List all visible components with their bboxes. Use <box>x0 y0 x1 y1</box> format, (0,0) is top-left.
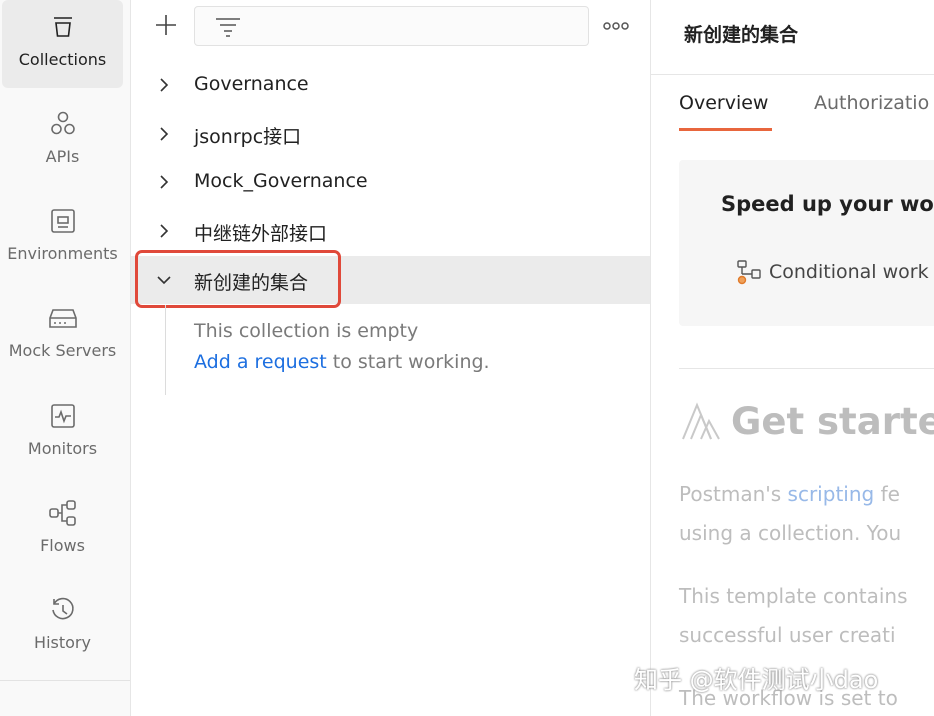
collection-name: 新创建的集合 <box>194 272 309 294</box>
watermark-text: 知乎 @软件测试小dao <box>634 666 879 694</box>
workflow-promo-card: Speed up your wor Conditional work <box>679 160 934 326</box>
collection-name: jsonrpc接口 <box>194 126 302 148</box>
mock-servers-icon <box>48 303 78 333</box>
plus-icon <box>156 15 176 35</box>
empty-hint-suffix: to start working. <box>326 351 490 373</box>
filter-input[interactable] <box>194 6 589 46</box>
promo-title: Speed up your wor <box>721 192 934 216</box>
new-collection-button[interactable] <box>151 10 181 40</box>
flows-icon <box>48 498 78 528</box>
tab-authorization[interactable]: Authorizatio <box>814 92 929 114</box>
chevron-down-icon[interactable] <box>156 272 172 288</box>
collection-row-governance[interactable]: Governance <box>131 61 650 109</box>
get-started-text: Get starte <box>731 400 934 443</box>
sidebar-item-monitors[interactable]: Monitors <box>2 389 123 477</box>
filter-icon <box>216 18 240 37</box>
sidebar-item-mock-servers[interactable]: Mock Servers <box>2 291 123 379</box>
environments-icon <box>48 206 78 236</box>
sidebar-item-label: Mock Servers <box>8 341 117 360</box>
workflow-icon <box>737 260 761 285</box>
sidebar-item-label: Collections <box>18 50 107 69</box>
sidebar-item-label: Monitors <box>27 439 98 458</box>
intro-paragraph-line-1: Postman's scripting fe <box>679 482 900 506</box>
sidebar-item-label: Environments <box>7 244 118 263</box>
section-divider <box>679 368 934 369</box>
template-paragraph-line-1: This template contains <box>679 584 908 608</box>
empty-collection-hint: Add a request to start working. <box>194 351 490 373</box>
history-icon <box>48 595 78 625</box>
collections-panel: Governance jsonrpc接口 Mock_Governance 中继链… <box>131 0 651 716</box>
tree-guide-line <box>165 305 166 395</box>
get-started-heading: Get starte <box>679 400 934 443</box>
monitors-icon <box>48 401 78 431</box>
collection-row-mock-governance[interactable]: Mock_Governance <box>131 158 650 206</box>
collection-name: Mock_Governance <box>194 170 368 192</box>
sidebar-item-flows[interactable]: Flows <box>2 486 123 574</box>
collections-icon <box>48 12 78 42</box>
collection-row-jsonrpc[interactable]: jsonrpc接口 <box>131 110 650 158</box>
more-options-button[interactable] <box>601 16 631 36</box>
sidebar-item-collections[interactable]: Collections <box>2 0 123 88</box>
intro-text-prefix: Postman's <box>679 482 788 506</box>
apis-icon <box>48 109 78 139</box>
tab-overview[interactable]: Overview <box>679 92 768 114</box>
sidebar-item-history[interactable]: History <box>2 583 123 671</box>
chevron-right-icon[interactable] <box>156 174 172 190</box>
page-title: 新创建的集合 <box>684 24 799 46</box>
chevron-right-icon[interactable] <box>156 77 172 93</box>
intro-text-suffix: fe <box>874 482 900 506</box>
promo-line-text: Conditional work <box>769 261 929 283</box>
sidebar-item-apis[interactable]: APIs <box>2 97 123 185</box>
more-horizontal-icon <box>603 22 629 30</box>
empty-collection-message: This collection is empty <box>194 320 419 342</box>
scripting-link[interactable]: scripting <box>788 482 875 506</box>
header-divider <box>651 74 934 75</box>
add-request-link[interactable]: Add a request <box>194 351 327 373</box>
intro-paragraph-line-2: using a collection. You <box>679 521 902 545</box>
collection-overview-panel: 新创建的集合 Overview Authorizatio Speed up yo… <box>651 0 934 716</box>
chevron-right-icon[interactable] <box>156 126 172 142</box>
chevron-right-icon[interactable] <box>156 223 172 239</box>
sidebar-item-label: History <box>34 633 91 652</box>
template-paragraph-line-2: successful user creati <box>679 623 896 647</box>
conditional-workflow-link[interactable]: Conditional work <box>735 258 929 286</box>
collection-row-relay-external[interactable]: 中继链外部接口 <box>131 207 650 255</box>
sidebar-divider <box>0 680 130 681</box>
collection-name: Governance <box>194 73 309 95</box>
active-tab-indicator <box>679 128 772 131</box>
sidebar-item-environments[interactable]: Environments <box>2 194 123 282</box>
sidebar-rail: Collections APIs Environments Mock Serve… <box>0 0 131 716</box>
collection-name: 中继链外部接口 <box>194 223 328 245</box>
sidebar-item-label: Flows <box>40 536 85 555</box>
sidebar-item-label: APIs <box>45 147 80 166</box>
collection-row-new-collection[interactable]: 新创建的集合 <box>131 256 650 304</box>
postman-logo-icon <box>682 401 720 439</box>
